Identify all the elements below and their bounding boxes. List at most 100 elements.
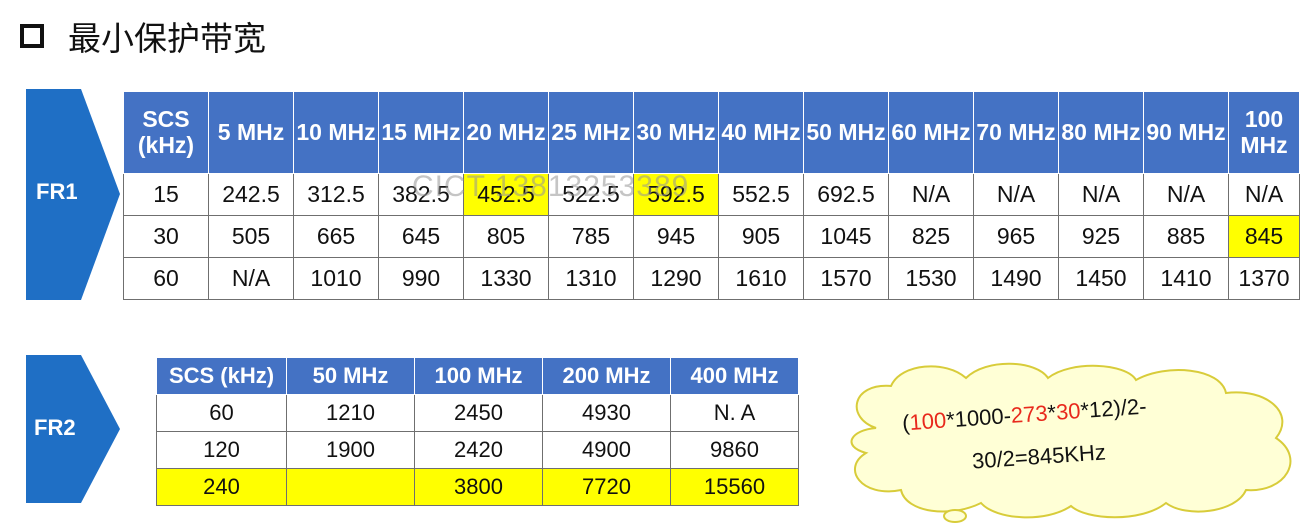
column-header: 40 MHz: [718, 91, 804, 174]
table-cell: 825: [888, 215, 974, 258]
table-cell: 1010: [293, 257, 379, 300]
table-cell: 945: [633, 215, 719, 258]
column-header: 50 MHz: [286, 357, 415, 395]
table-row: 60 1210 2450 4930 N. A: [156, 394, 799, 432]
table-cell: 1900: [286, 431, 415, 469]
fr1-label: FR1: [36, 179, 78, 204]
table-cell: 3800: [414, 468, 543, 506]
table-cell: 120: [156, 431, 287, 469]
table-cell: 505: [208, 215, 294, 258]
table-cell: 9860: [670, 431, 799, 469]
fr1-header-row: SCS (kHz) 5 MHz 10 MHz 15 MHz 20 MHz 25 …: [123, 91, 1300, 174]
fr2-header-row: SCS (kHz) 50 MHz 100 MHz 200 MHz 400 MHz: [156, 357, 799, 395]
table-cell: 2450: [414, 394, 543, 432]
table-cell: N/A: [1058, 173, 1144, 216]
table-cell: 692.5: [803, 173, 889, 216]
square-bullet-icon: [20, 24, 44, 48]
table-cell: 382.5: [378, 173, 464, 216]
table-cell: 15: [123, 173, 209, 216]
column-header: 15 MHz: [378, 91, 464, 174]
column-header: 100 MHz: [1228, 91, 1300, 174]
table-cell: 645: [378, 215, 464, 258]
column-header: 5 MHz: [208, 91, 294, 174]
table-cell: 1370: [1228, 257, 1300, 300]
table-cell: 1530: [888, 257, 974, 300]
column-header: 10 MHz: [293, 91, 379, 174]
table-cell: N/A: [973, 173, 1059, 216]
table-cell: N/A: [208, 257, 294, 300]
table-row-highlighted: 240 3800 7720 15560: [156, 468, 799, 506]
table-cell: 4930: [542, 394, 671, 432]
table-cell: [286, 468, 415, 506]
table-row: 15 242.5 312.5 382.5 452.5 522.5 592.5 5…: [123, 173, 1300, 216]
column-header: 20 MHz: [463, 91, 549, 174]
formula-highlight: 30: [1055, 398, 1082, 425]
table-cell: 1610: [718, 257, 804, 300]
table-cell: 15560: [670, 468, 799, 506]
table-cell: 905: [718, 215, 804, 258]
column-header: 400 MHz: [670, 357, 799, 395]
table-cell-highlighted: 845: [1228, 215, 1300, 258]
table-cell: 242.5: [208, 173, 294, 216]
table-cell: 240: [156, 468, 287, 506]
column-header: 25 MHz: [548, 91, 634, 174]
table-cell: 1310: [548, 257, 634, 300]
table-cell: 885: [1143, 215, 1229, 258]
table-cell: 552.5: [718, 173, 804, 216]
column-header: 200 MHz: [542, 357, 671, 395]
table-cell: 1450: [1058, 257, 1144, 300]
column-header: SCS (kHz): [123, 91, 209, 174]
formula-highlight: 100: [908, 407, 948, 435]
table-cell: 312.5: [293, 173, 379, 216]
formula-part: *1000-: [945, 402, 1012, 433]
column-header: 100 MHz: [414, 357, 543, 395]
page-title: 最小保护带宽: [20, 12, 266, 60]
table-cell: 30: [123, 215, 209, 258]
table-cell: N. A: [670, 394, 799, 432]
table-cell: 60: [156, 394, 287, 432]
fr2-label: FR2: [34, 415, 76, 440]
table-cell-highlighted: 452.5: [463, 173, 549, 216]
fr2-table: SCS (kHz) 50 MHz 100 MHz 200 MHz 400 MHz…: [156, 357, 799, 506]
column-header: 80 MHz: [1058, 91, 1144, 174]
fr1-arrow: FR1: [26, 89, 122, 300]
column-header: SCS (kHz): [156, 357, 287, 395]
table-row: 60 N/A 1010 990 1330 1310 1290 1610 1570…: [123, 257, 1300, 300]
table-cell: 925: [1058, 215, 1144, 258]
column-header: 30 MHz: [633, 91, 719, 174]
cloud-shape: [850, 362, 1292, 523]
table-cell: 1490: [973, 257, 1059, 300]
table-cell: 4900: [542, 431, 671, 469]
table-cell: 1210: [286, 394, 415, 432]
formula-part: *12)/2-: [1079, 393, 1148, 424]
table-cell: 665: [293, 215, 379, 258]
table-cell: 990: [378, 257, 464, 300]
table-cell: N/A: [888, 173, 974, 216]
table-cell: 1045: [803, 215, 889, 258]
column-header: 50 MHz: [803, 91, 889, 174]
table-cell: 522.5: [548, 173, 634, 216]
table-cell: 7720: [542, 468, 671, 506]
table-cell: N/A: [1228, 173, 1300, 216]
table-cell: 785: [548, 215, 634, 258]
table-cell: 2420: [414, 431, 543, 469]
table-cell-highlighted: 592.5: [633, 173, 719, 216]
table-cell: 1330: [463, 257, 549, 300]
column-header: 60 MHz: [888, 91, 974, 174]
table-cell: 1410: [1143, 257, 1229, 300]
table-row: 30 505 665 645 805 785 945 905 1045 825 …: [123, 215, 1300, 258]
table-cell: 965: [973, 215, 1059, 258]
table-cell: N/A: [1143, 173, 1229, 216]
table-cell: 60: [123, 257, 209, 300]
table-cell: 1290: [633, 257, 719, 300]
table-cell: 805: [463, 215, 549, 258]
formula-highlight: 273: [1010, 400, 1049, 428]
table-row: 120 1900 2420 4900 9860: [156, 431, 799, 469]
fr2-arrow: FR2: [26, 355, 122, 503]
table-cell: 1570: [803, 257, 889, 300]
column-header: 90 MHz: [1143, 91, 1229, 174]
formula-cloud-callout: (100*1000-273*30*12)/2- 30/2=845KHz: [836, 358, 1306, 523]
fr1-table: SCS (kHz) 5 MHz 10 MHz 15 MHz 20 MHz 25 …: [123, 91, 1300, 300]
page-title-text: 最小保护带宽: [68, 19, 266, 58]
column-header: 70 MHz: [973, 91, 1059, 174]
